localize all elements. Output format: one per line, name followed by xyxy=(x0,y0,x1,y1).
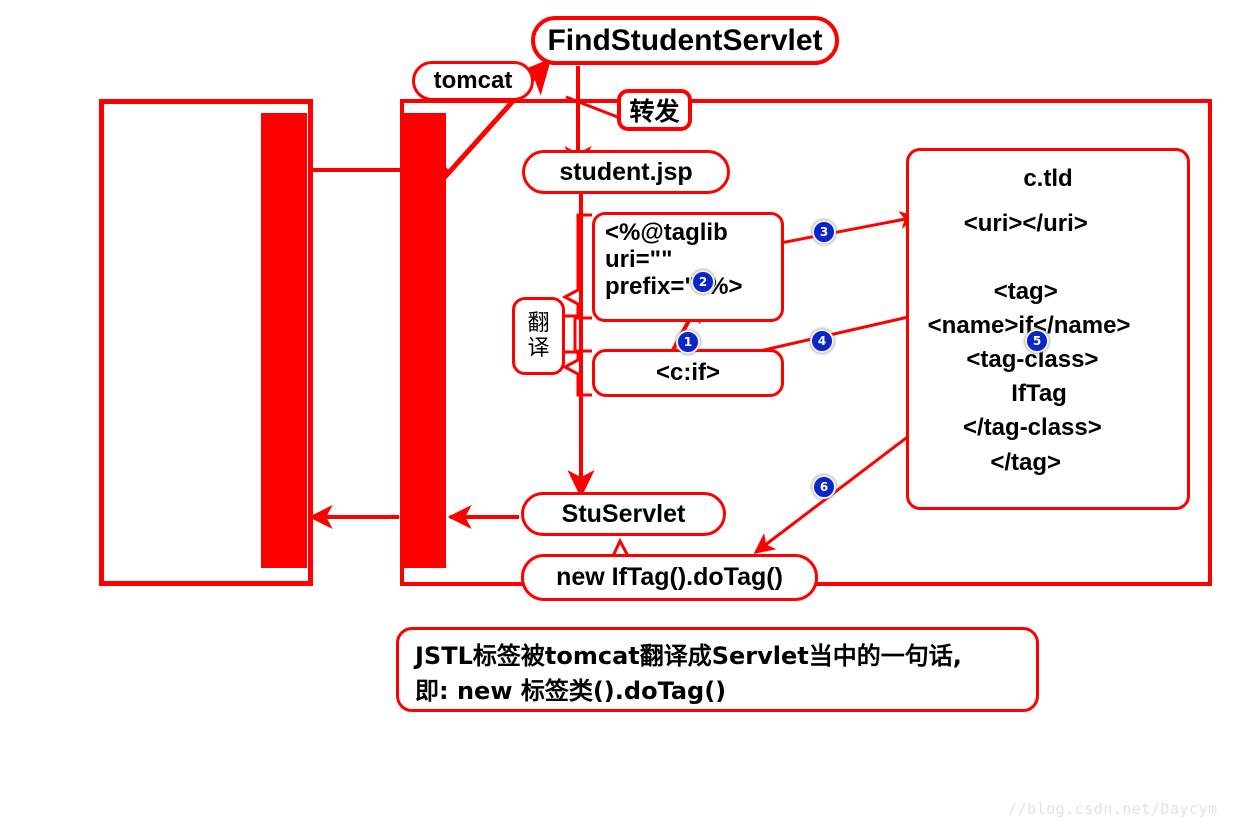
caption-box: JSTL标签被tomcat翻译成Servlet当中的一句话, 即: new 标签… xyxy=(396,627,1039,712)
translate-line-1: 翻 xyxy=(527,310,550,336)
node-tomcat-label[interactable]: tomcat xyxy=(412,61,534,101)
node-student-jsp[interactable]: student.jsp xyxy=(522,150,730,194)
ctld-title: c.tld xyxy=(1023,165,1073,192)
badge-step-4: 4 xyxy=(810,329,834,353)
badge-step-5: 5 xyxy=(1025,329,1049,353)
ctld-code: <uri></uri> <tag> <name>if</name> <tag-c… xyxy=(927,210,1131,476)
node-c-if-tag[interactable]: <c:if> xyxy=(592,349,784,397)
badge-step-1: 1 xyxy=(676,330,700,354)
node-taglib-directive[interactable]: <%@taglib uri="" prefix=""%> xyxy=(592,212,784,322)
node-forward-label[interactable]: 转发 xyxy=(617,89,692,131)
badge-step-6: 6 xyxy=(812,475,836,499)
badge-step-2: 2 xyxy=(691,270,715,294)
node-ctld-file[interactable]: c.tld <uri></uri> <tag> <name>if</name> … xyxy=(906,148,1190,510)
node-stu-servlet[interactable]: StuServlet xyxy=(521,492,726,536)
diagram-canvas: FindStudentServlet tomcat 转发 student.jsp… xyxy=(0,0,1238,837)
brace-taglib xyxy=(561,213,592,320)
node-find-student-servlet[interactable]: FindStudentServlet xyxy=(531,16,839,65)
node-new-iftag-dotag[interactable]: new IfTag().doTag() xyxy=(521,554,818,601)
badge-step-3: 3 xyxy=(812,220,836,244)
caption-line-2: 即: new 标签类().doTag() xyxy=(415,676,727,705)
caption-line-1: JSTL标签被tomcat翻译成Servlet当中的一句话, xyxy=(415,642,962,670)
translate-line-2: 译 xyxy=(527,336,550,361)
brace-cif xyxy=(561,349,592,397)
forward-leader-line xyxy=(565,95,621,120)
node-translate-label[interactable]: 翻 译 xyxy=(512,297,565,375)
